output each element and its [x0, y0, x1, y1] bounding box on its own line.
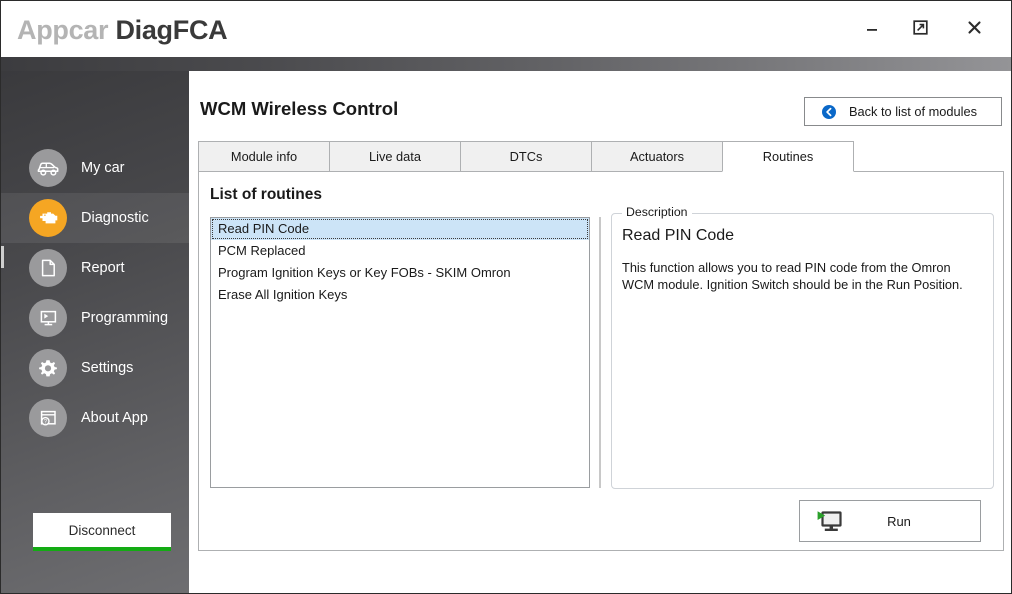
title-bar: Appcar DiagFCA [1, 1, 1011, 57]
list-item[interactable]: Erase All Ignition Keys [211, 284, 589, 306]
tab-live-data[interactable]: Live data [329, 141, 461, 172]
header-gradient-strip [1, 57, 1011, 71]
list-item[interactable]: Read PIN Code [211, 218, 589, 240]
help-window-icon: ? [29, 399, 67, 437]
sidebar-item-report[interactable]: Report [1, 243, 189, 293]
minimize-button[interactable] [849, 1, 895, 57]
sidebar-item-programming[interactable]: Programming [1, 293, 189, 343]
monitor-play-icon [29, 299, 67, 337]
tab-strip: Module info Live data DTCs Actuators Rou… [198, 141, 1011, 172]
description-heading: Read PIN Code [622, 227, 735, 244]
close-button[interactable] [951, 1, 997, 57]
sidebar-item-label: Diagnostic [81, 210, 149, 226]
sidebar-item-label: About App [81, 410, 148, 426]
back-to-modules-label: Back to list of modules [848, 104, 978, 119]
sidebar-item-about-app[interactable]: ? About App [1, 393, 189, 443]
tab-label: DTCs [509, 149, 543, 164]
car-icon [29, 149, 67, 187]
app-title-light: Appcar [17, 15, 109, 45]
back-to-modules-button[interactable]: Back to list of modules [804, 97, 1002, 126]
tab-module-info[interactable]: Module info [198, 141, 330, 172]
page-title: WCM Wireless Control [200, 98, 399, 119]
sidebar-item-label: Programming [81, 310, 169, 326]
tab-label: Module info [230, 149, 298, 164]
list-item[interactable]: Program Ignition Keys or Key FOBs - SKIM… [211, 262, 589, 284]
routine-list[interactable]: Read PIN Code PCM Replaced Program Ignit… [210, 217, 590, 488]
sidebar: My car Diagnostic Report Programming Set… [1, 71, 189, 593]
tab-label: Live data [369, 149, 421, 164]
gear-icon [29, 349, 67, 387]
monitor-play-icon [814, 508, 844, 534]
tab-routines[interactable]: Routines [722, 141, 854, 172]
main-content: WCM Wireless Control Back to list of mod… [189, 71, 1011, 593]
disconnect-button[interactable]: Disconnect [33, 513, 171, 551]
run-button-label: Run [887, 513, 911, 529]
description-text: This function allows you to read PIN cod… [622, 260, 963, 292]
tab-label: Routines [762, 149, 814, 164]
tab-actuators[interactable]: Actuators [591, 141, 723, 172]
restore-button[interactable] [897, 1, 943, 57]
tab-label: Actuators [629, 149, 685, 164]
back-circle-icon [821, 104, 837, 120]
list-item[interactable]: PCM Replaced [211, 240, 589, 262]
description-group: Description Read PIN Code This function … [611, 205, 994, 489]
sidebar-item-my-car[interactable]: My car [1, 143, 189, 193]
minimize-icon [864, 20, 880, 39]
section-title: List of routines [210, 186, 322, 203]
panel-splitter[interactable] [599, 217, 601, 488]
sidebar-item-settings[interactable]: Settings [1, 343, 189, 393]
routines-tab-panel: List of routines Read PIN Code PCM Repla… [198, 171, 1004, 551]
sidebar-item-diagnostic[interactable]: Diagnostic [1, 193, 189, 243]
sidebar-item-label: Settings [81, 360, 134, 376]
app-title-dark: DiagFCA [115, 15, 228, 45]
close-icon [966, 19, 983, 39]
description-legend: Description [622, 205, 692, 219]
engine-icon [29, 199, 67, 237]
run-button[interactable]: Run [799, 500, 981, 542]
document-icon [29, 249, 67, 287]
sidebar-item-label: My car [81, 160, 125, 176]
sidebar-item-label: Report [81, 260, 125, 276]
application-window: Appcar DiagFCA My car Diagnostic Report … [0, 0, 1012, 594]
tab-dtcs[interactable]: DTCs [460, 141, 592, 172]
app-title: Appcar DiagFCA [17, 15, 228, 46]
restore-icon [912, 19, 929, 39]
